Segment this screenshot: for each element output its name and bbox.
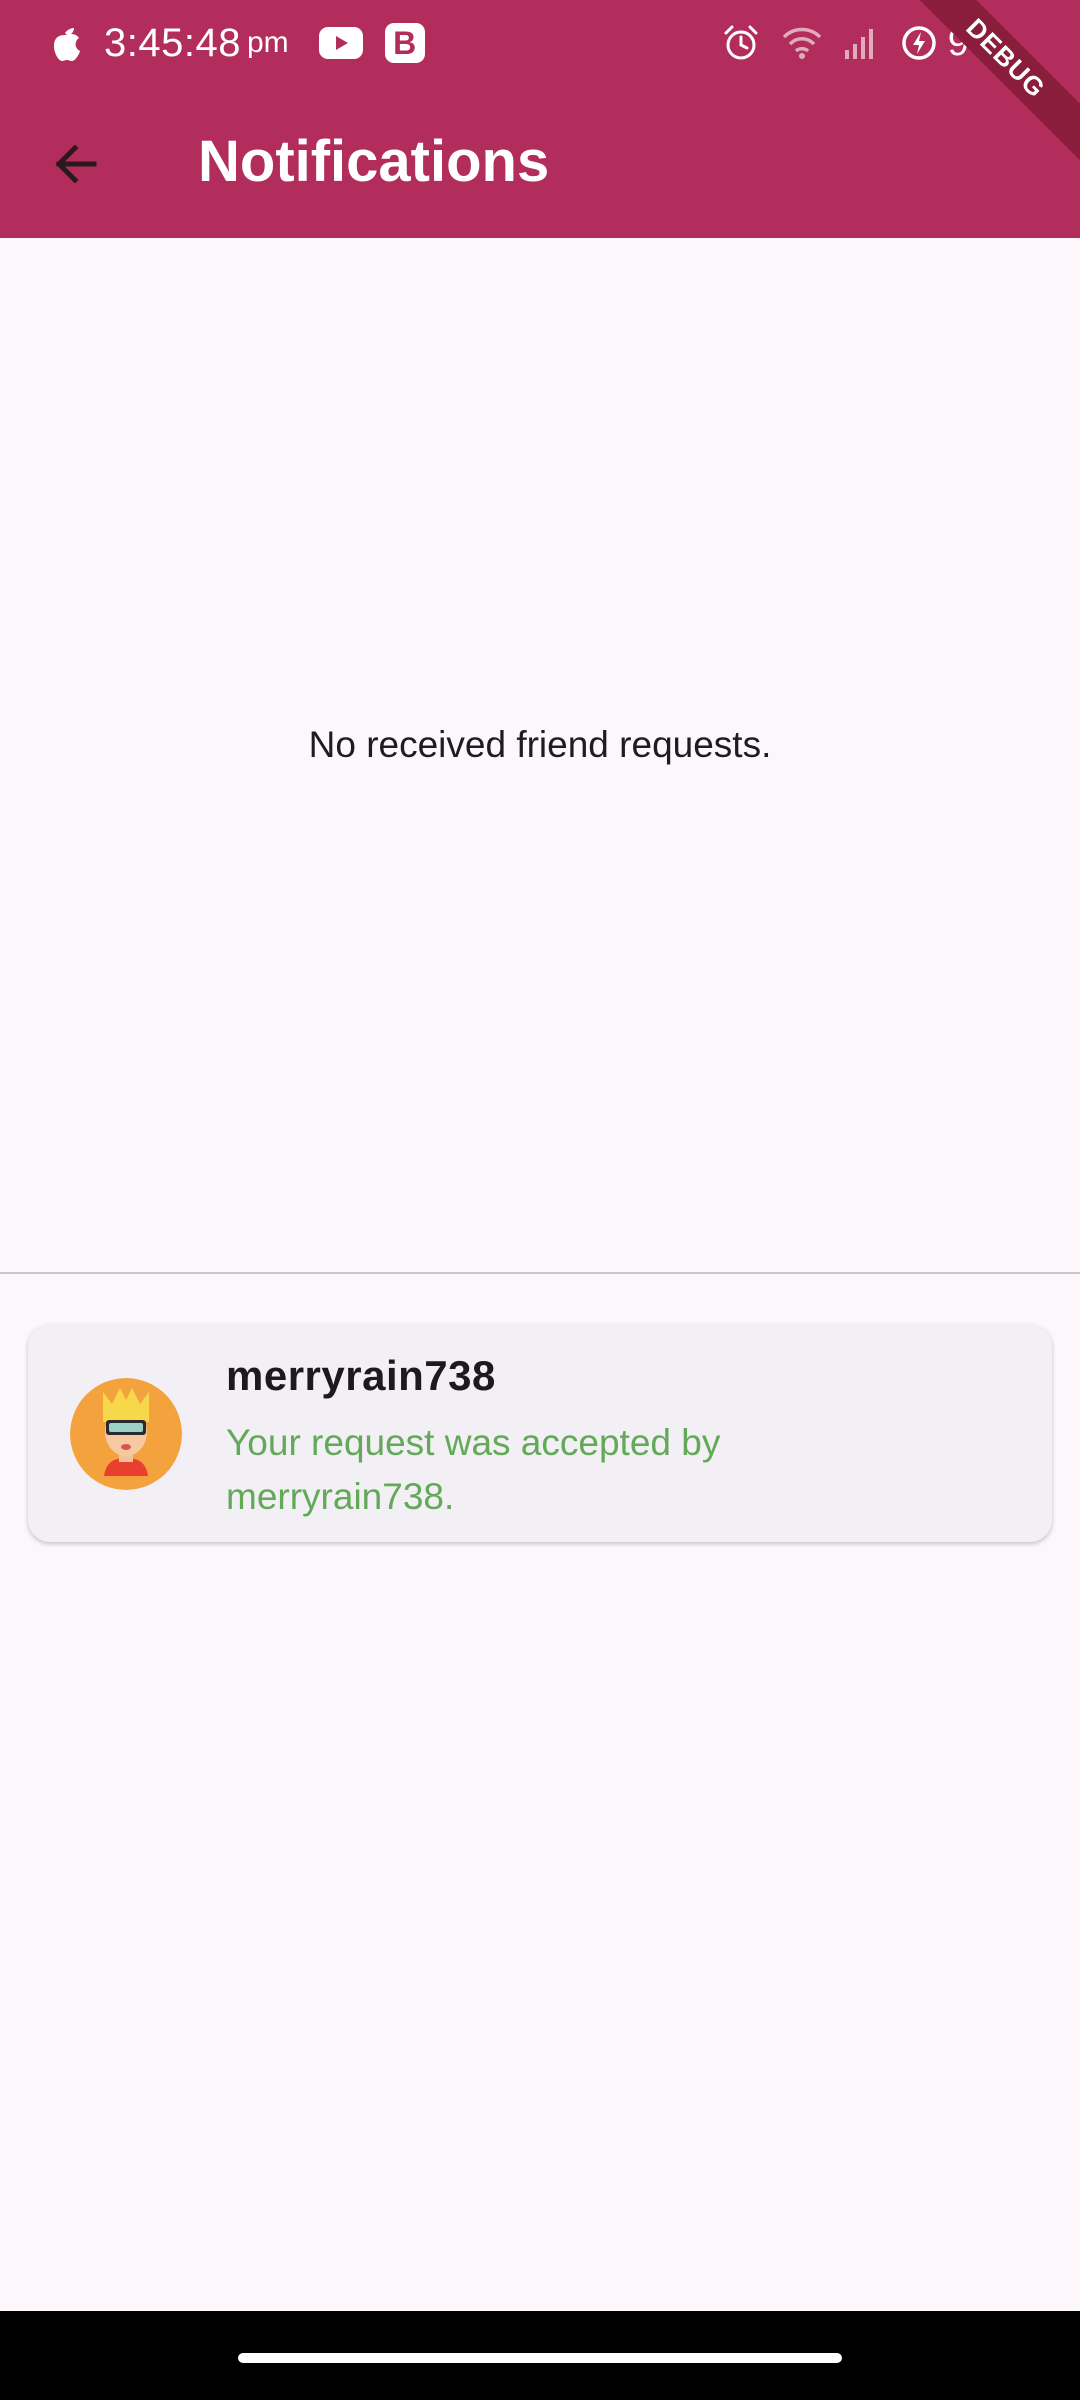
avatar-icon xyxy=(70,1378,182,1490)
alarm-icon xyxy=(724,25,758,60)
notification-username: merryrain738 xyxy=(226,1352,496,1399)
avatar xyxy=(70,1378,182,1490)
page-title: Notifications xyxy=(198,129,550,194)
status-bar-left: 3:45:48 pm B xyxy=(48,18,425,68)
battery-charging-icon xyxy=(901,26,936,60)
status-time-suffix: pm xyxy=(246,26,289,59)
apple-icon xyxy=(54,28,80,61)
notification-message: Your request was accepted by merryrain73… xyxy=(226,1422,721,1517)
notification-card[interactable]: merryrain738 Your request was accepted b… xyxy=(28,1324,1052,1542)
empty-requests-message: No received friend requests. xyxy=(308,724,772,765)
b-app-icon: B xyxy=(384,23,425,63)
app-bar: 3:45:48 pm B DEBUG Notifications xyxy=(0,0,1080,238)
wifi-icon xyxy=(782,27,821,59)
status-time: 3:45:48 xyxy=(104,20,241,65)
signal-icon xyxy=(844,29,873,59)
arrow-left-icon xyxy=(55,144,97,184)
system-nav-bar xyxy=(0,2311,1080,2400)
youtube-icon xyxy=(318,27,363,59)
status-bar: 3:45:48 pm B xyxy=(0,0,1080,86)
section-divider xyxy=(0,1272,1080,1274)
home-indicator[interactable] xyxy=(238,2353,842,2363)
back-button[interactable] xyxy=(36,124,116,204)
